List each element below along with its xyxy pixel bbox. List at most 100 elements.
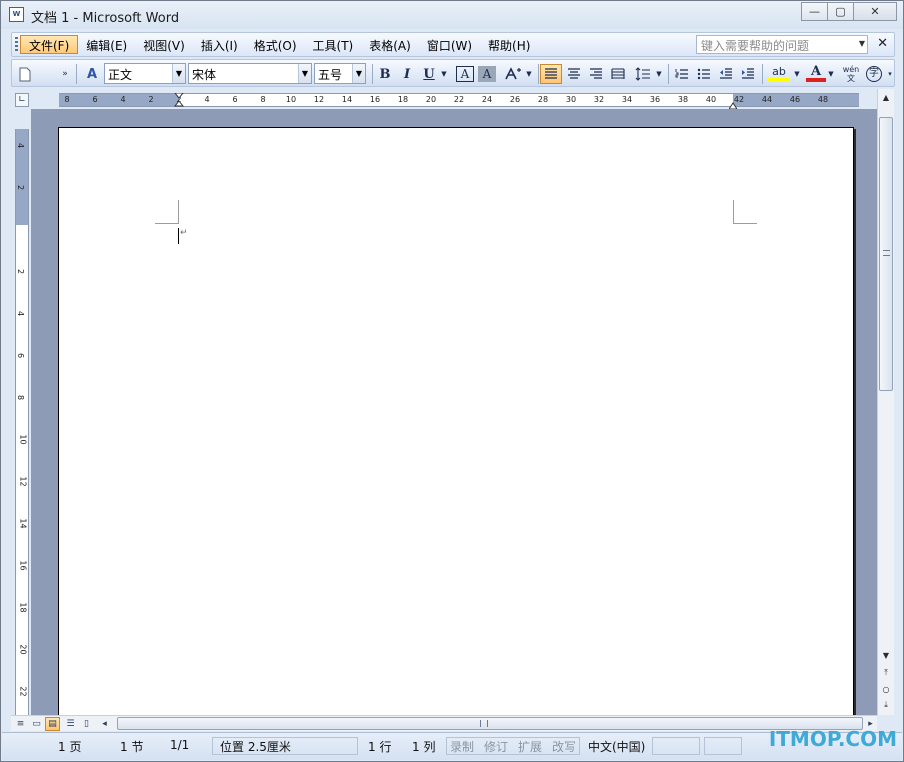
chevron-down-icon[interactable]: ▼: [792, 64, 802, 84]
align-right-button[interactable]: [586, 64, 606, 84]
tab-selector-button[interactable]: ∟: [15, 93, 29, 107]
distributed-align-button[interactable]: [608, 64, 628, 84]
ruler-number: 4: [204, 95, 210, 104]
numbering-icon[interactable]: [672, 64, 692, 84]
italic-button[interactable]: I: [398, 64, 416, 84]
horizontal-scrollbar[interactable]: ≡ ▭ ▤ ☰ ▯ ◂ ▸: [11, 715, 877, 731]
toolbar-options-icon[interactable]: »: [58, 64, 72, 84]
vertical-scroll-thumb[interactable]: [879, 117, 893, 391]
status-page[interactable]: 1 页: [58, 737, 81, 755]
normal-view-icon[interactable]: ≡: [13, 717, 28, 731]
style-select[interactable]: 正文 ▼: [104, 63, 186, 84]
font-size-select[interactable]: 五号 ▼: [314, 63, 366, 84]
menu-insert[interactable]: 插入(I): [193, 35, 246, 54]
horizontal-scroll-thumb[interactable]: [117, 717, 863, 730]
bold-button[interactable]: B: [376, 64, 394, 84]
new-document-icon[interactable]: [16, 64, 34, 84]
increase-indent-icon[interactable]: [738, 64, 758, 84]
font-select[interactable]: 宋体 ▼: [188, 63, 312, 84]
menu-file[interactable]: 文件(F): [20, 35, 79, 54]
previous-page-icon[interactable]: ⤒: [878, 665, 894, 681]
chevron-down-icon[interactable]: ▼: [859, 39, 865, 48]
chevron-down-icon[interactable]: ▼: [298, 64, 311, 83]
close-button[interactable]: ✕: [853, 2, 897, 21]
ruler-number: 8: [64, 95, 70, 104]
ruler-number: 14: [18, 518, 28, 529]
status-position[interactable]: 位置 2.5厘米: [220, 737, 291, 755]
status-line[interactable]: 1 行: [368, 737, 391, 755]
chevron-down-icon[interactable]: ▼: [352, 64, 365, 83]
menu-window[interactable]: 窗口(W): [419, 35, 480, 54]
scroll-grip: [480, 720, 488, 727]
ruler-number: 20: [425, 95, 437, 104]
ruler-number: 40: [705, 95, 717, 104]
chevron-down-icon[interactable]: ▼: [654, 64, 664, 84]
align-justify-button[interactable]: [540, 64, 562, 84]
scroll-up-icon[interactable]: ▲: [878, 89, 894, 105]
help-search-input[interactable]: 键入需要帮助的问题 ▼: [696, 35, 868, 54]
word-document-icon[interactable]: W: [9, 7, 24, 22]
styles-and-formatting-icon[interactable]: A: [82, 64, 102, 84]
close-icon: ✕: [870, 5, 880, 18]
underline-button[interactable]: U: [420, 64, 438, 84]
scroll-left-icon[interactable]: ◂: [97, 717, 112, 731]
align-center-button[interactable]: [564, 64, 584, 84]
site-watermark: ITMOP.COM: [768, 727, 897, 751]
reading-layout-view-icon[interactable]: ▯: [79, 717, 94, 731]
document-page[interactable]: ↵: [58, 127, 854, 727]
ruler-number: 10: [18, 434, 28, 445]
menu-tools[interactable]: 工具(T): [305, 35, 362, 54]
line-spacing-icon[interactable]: [632, 64, 654, 84]
select-browse-object-icon[interactable]: ○: [878, 681, 894, 697]
toolbar-options-icon[interactable]: ▾: [886, 64, 894, 84]
status-language[interactable]: 中文(中国): [588, 737, 645, 755]
menu-grip-handle[interactable]: [15, 37, 18, 53]
outline-view-icon[interactable]: ☰: [63, 717, 78, 731]
menu-format[interactable]: 格式(O): [246, 35, 305, 54]
character-border-button[interactable]: A: [456, 66, 474, 82]
status-extend[interactable]: 扩展: [518, 737, 542, 755]
ruler-number: 44: [761, 95, 773, 104]
phonetic-guide-icon[interactable]: wén 文: [840, 64, 862, 84]
menu-view[interactable]: 视图(V): [135, 35, 193, 54]
status-page-of[interactable]: 1/1: [170, 737, 189, 755]
menu-help[interactable]: 帮助(H): [480, 35, 538, 54]
character-scaling-icon[interactable]: [502, 64, 524, 84]
document-canvas[interactable]: ↵: [31, 109, 877, 727]
enclose-characters-icon[interactable]: 字: [864, 64, 884, 84]
decrease-indent-icon[interactable]: [716, 64, 736, 84]
toolbar-separator: [372, 64, 373, 84]
status-overwrite[interactable]: 改写: [552, 737, 576, 755]
indent-marker-icon[interactable]: [173, 92, 185, 107]
chevron-down-icon[interactable]: ▼: [524, 64, 534, 84]
bullets-icon[interactable]: [694, 64, 714, 84]
menu-edit[interactable]: 编辑(E): [78, 35, 135, 54]
status-section[interactable]: 1 节: [120, 737, 143, 755]
status-bar: 1 页 1 节 1/1 位置 2.5厘米 1 行 1 列 录制 修订 扩展 改写…: [2, 732, 902, 760]
next-page-icon[interactable]: ⤓: [878, 697, 894, 713]
font-color-button[interactable]: A: [806, 64, 826, 82]
ruler-number: 46: [789, 95, 801, 104]
underline-dropdown-icon[interactable]: ▼: [439, 64, 449, 84]
status-revise[interactable]: 修订: [484, 737, 508, 755]
ruler-left-margin: [59, 94, 179, 106]
vertical-scrollbar[interactable]: ▲ ▼ ⤒ ○ ⤓: [877, 89, 894, 715]
chevron-down-icon[interactable]: ▼: [826, 64, 836, 84]
highlight-button[interactable]: ab: [768, 64, 790, 82]
character-shading-button[interactable]: A: [478, 66, 496, 82]
title-bar[interactable]: W 文档 1 - Microsoft Word — ▢ ✕: [1, 1, 903, 29]
menu-bar: 文件(F) 编辑(E) 视图(V) 插入(I) 格式(O) 工具(T) 表格(A…: [11, 32, 895, 57]
print-layout-view-icon[interactable]: ▤: [45, 717, 60, 731]
vertical-ruler[interactable]: 4 2 2 4 6 8 10 12 14 16 18 20 22: [15, 129, 29, 715]
document-close-icon[interactable]: ✕: [877, 36, 888, 51]
right-indent-marker-icon[interactable]: [728, 98, 738, 110]
minimize-button[interactable]: —: [801, 2, 828, 21]
status-record[interactable]: 录制: [450, 737, 474, 755]
restore-button[interactable]: ▢: [827, 2, 854, 21]
status-column[interactable]: 1 列: [412, 737, 435, 755]
chevron-down-icon[interactable]: ▼: [172, 64, 185, 83]
horizontal-ruler[interactable]: 8 6 4 2 2 4 6 8 10 12 14 16 18 20 22 24 26 28 30 32 34 36 38 40…: [59, 92, 859, 110]
scroll-down-icon[interactable]: ▼: [878, 647, 894, 663]
web-layout-view-icon[interactable]: ▭: [29, 717, 44, 731]
menu-table[interactable]: 表格(A): [361, 35, 419, 54]
